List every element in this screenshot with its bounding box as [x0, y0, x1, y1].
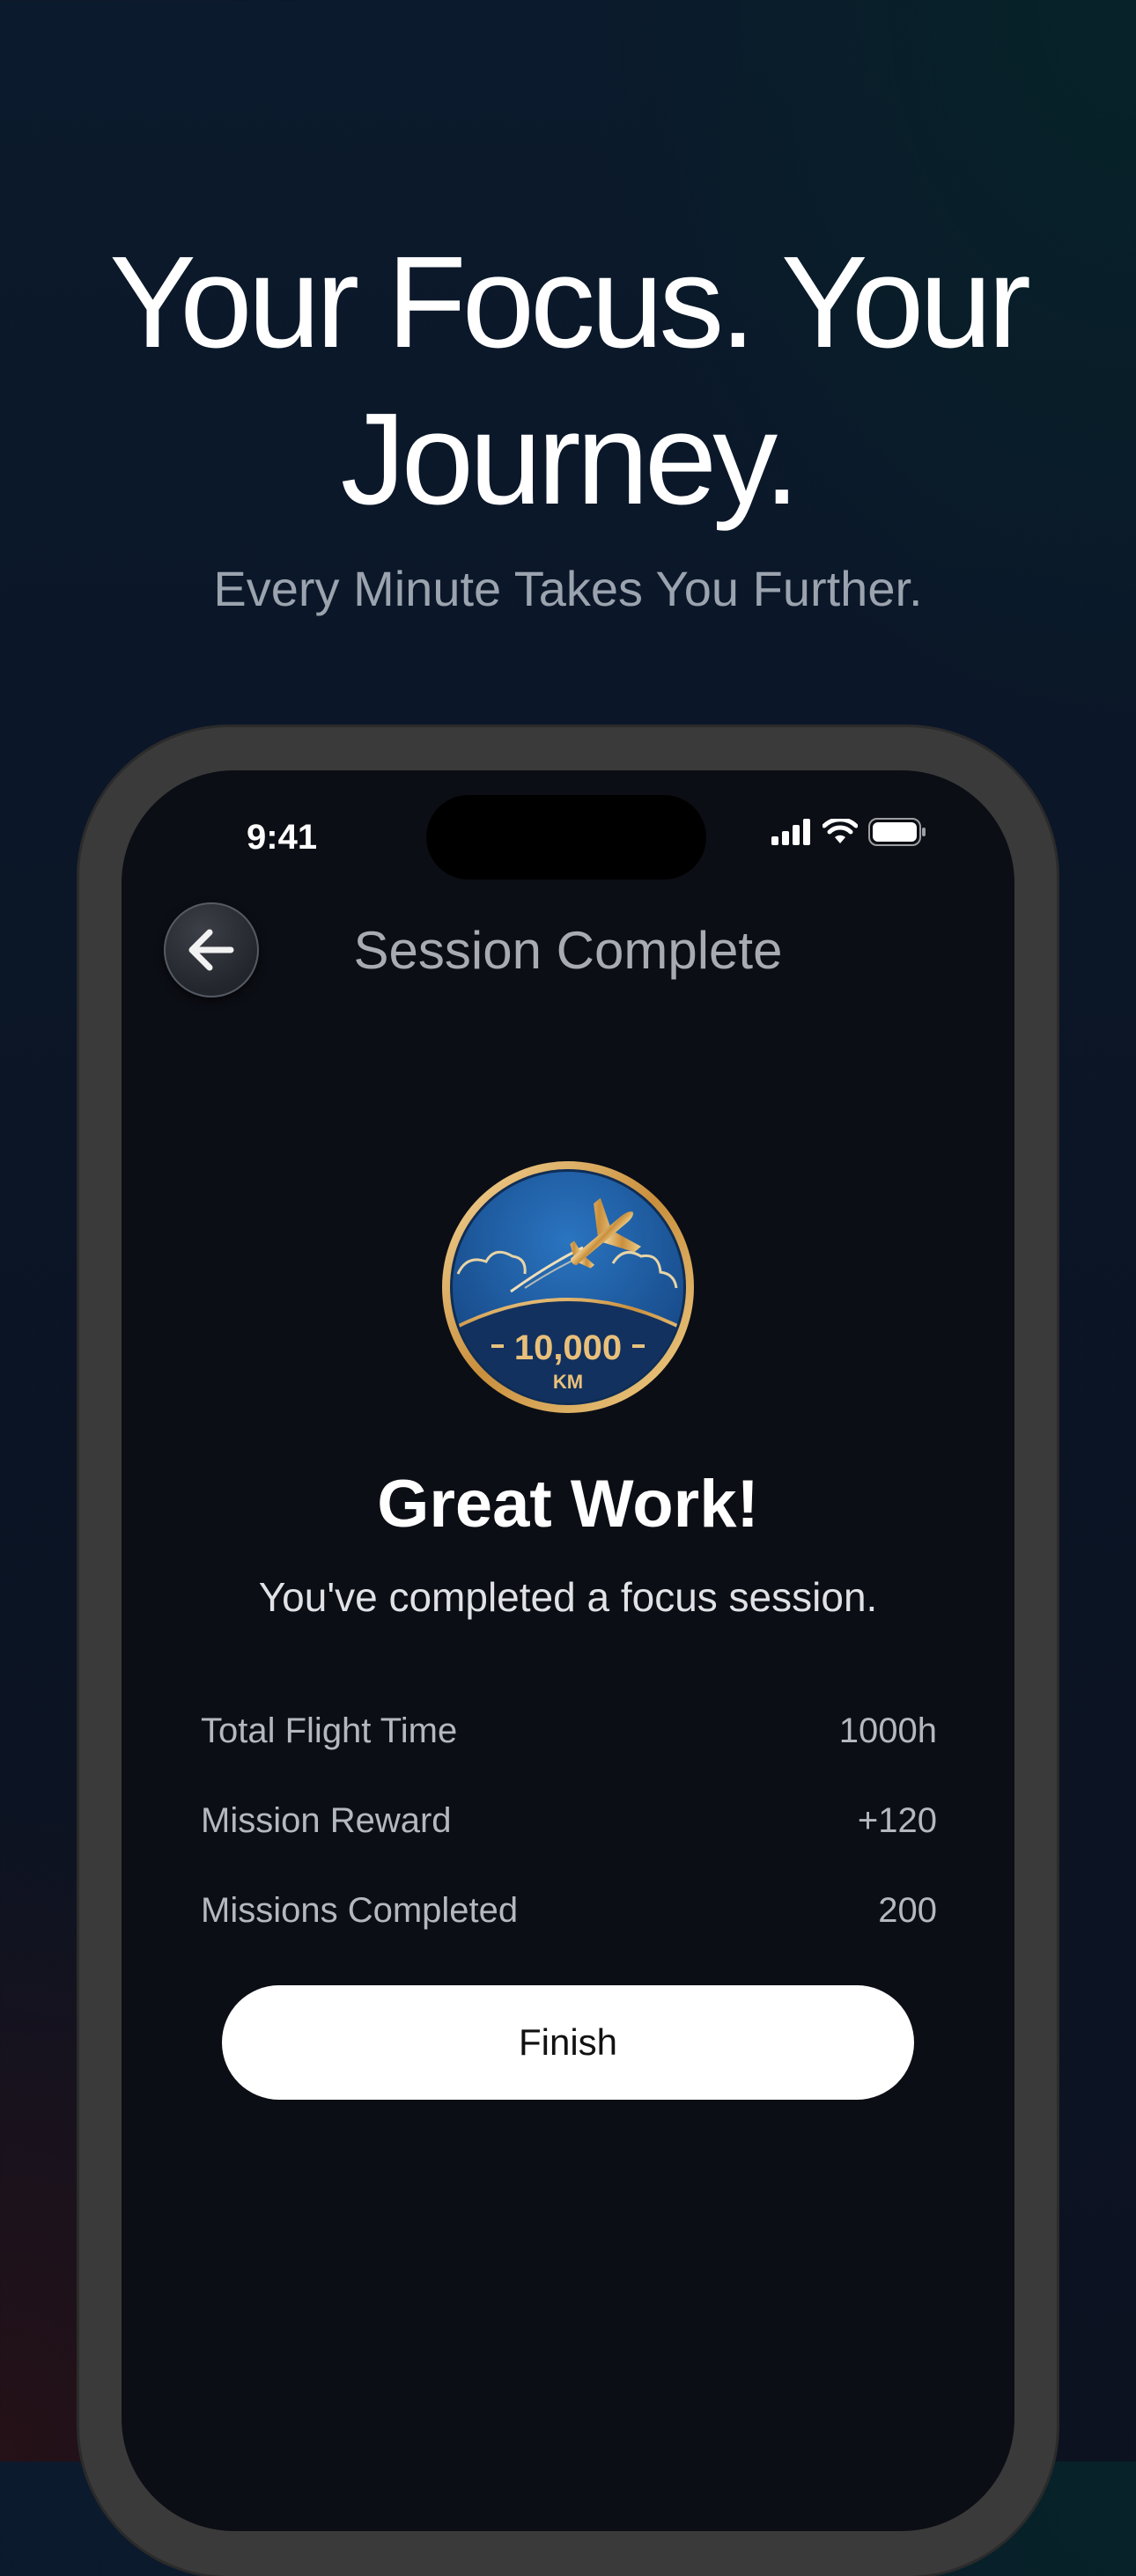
hero-tagline: Every Minute Takes You Further. — [213, 561, 923, 616]
stat-row-flight-time: Total Flight Time 1000h — [201, 1686, 937, 1776]
headline-line-2: Journey. — [340, 386, 800, 532]
stat-value: +120 — [857, 1800, 937, 1840]
finish-button[interactable]: Finish — [222, 1985, 914, 2100]
badge-unit: KM — [553, 1371, 583, 1393]
stats-list: Total Flight Time 1000h Mission Reward +… — [201, 1686, 937, 1955]
stat-label: Missions Completed — [201, 1890, 519, 1930]
phone-screen: 9:41 Session Complete 10,000 KM Great Wo… — [122, 770, 1014, 2531]
stat-row-missions-completed: Missions Completed 200 — [201, 1866, 937, 1955]
hero-headline: Your Focus. Your Journey. — [0, 224, 1136, 538]
stat-label: Total Flight Time — [201, 1711, 458, 1750]
result-message: You've completed a focus session. — [258, 1574, 878, 1620]
wifi-icon — [822, 819, 858, 843]
headline-line-1: Your Focus. Your — [109, 230, 1031, 375]
stat-row-mission-reward: Mission Reward +120 — [201, 1776, 937, 1866]
stat-value: 200 — [878, 1890, 937, 1930]
stat-label: Mission Reward — [201, 1800, 452, 1840]
battery-icon — [868, 818, 926, 846]
status-time: 9:41 — [247, 818, 318, 857]
status-icons — [771, 818, 926, 846]
stat-value: 1000h — [838, 1711, 937, 1750]
badge-distance: 10,000 — [514, 1328, 622, 1367]
page-title: Session Complete — [353, 921, 783, 980]
signal-icon — [771, 819, 810, 845]
result-heading: Great Work! — [377, 1467, 759, 1542]
distance-badge: 10,000 KM — [440, 1159, 696, 1415]
dynamic-island — [426, 795, 706, 880]
